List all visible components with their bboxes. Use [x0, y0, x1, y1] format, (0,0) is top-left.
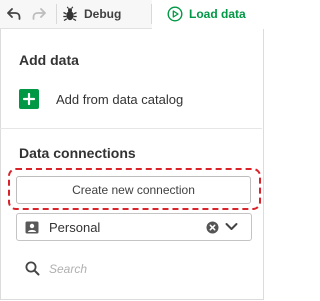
redo-button[interactable]	[28, 0, 50, 28]
section-divider	[0, 128, 262, 129]
load-data-label: Load data	[189, 6, 246, 21]
plus-icon	[19, 89, 39, 109]
redo-arrow-icon	[32, 8, 46, 20]
data-connections-heading: Data connections	[19, 145, 136, 161]
undo-arrow-icon	[7, 8, 21, 20]
load-data-button[interactable]: Load data	[152, 0, 264, 29]
search-field	[25, 261, 199, 276]
create-new-connection-button[interactable]: Create new connection	[16, 176, 251, 204]
add-from-catalog-label: Add from data catalog	[56, 91, 184, 107]
bug-icon	[63, 6, 77, 22]
clear-icon[interactable]	[206, 221, 219, 234]
add-from-catalog-button[interactable]: Add from data catalog	[19, 89, 183, 109]
space-select[interactable]: Personal	[16, 213, 252, 241]
space-select-value: Personal	[49, 220, 101, 235]
play-circle-icon	[167, 5, 183, 22]
debug-button[interactable]: Debug	[62, 0, 146, 28]
undo-button[interactable]	[4, 0, 24, 28]
toolbar: Debug Load data	[0, 0, 264, 29]
chevron-down-icon[interactable]	[225, 222, 238, 232]
search-input[interactable]	[49, 261, 199, 276]
search-icon	[25, 261, 40, 276]
debug-label: Debug	[84, 7, 122, 21]
space-icon	[25, 221, 39, 234]
toolbar-divider	[56, 4, 57, 24]
add-data-heading: Add data	[19, 52, 79, 68]
